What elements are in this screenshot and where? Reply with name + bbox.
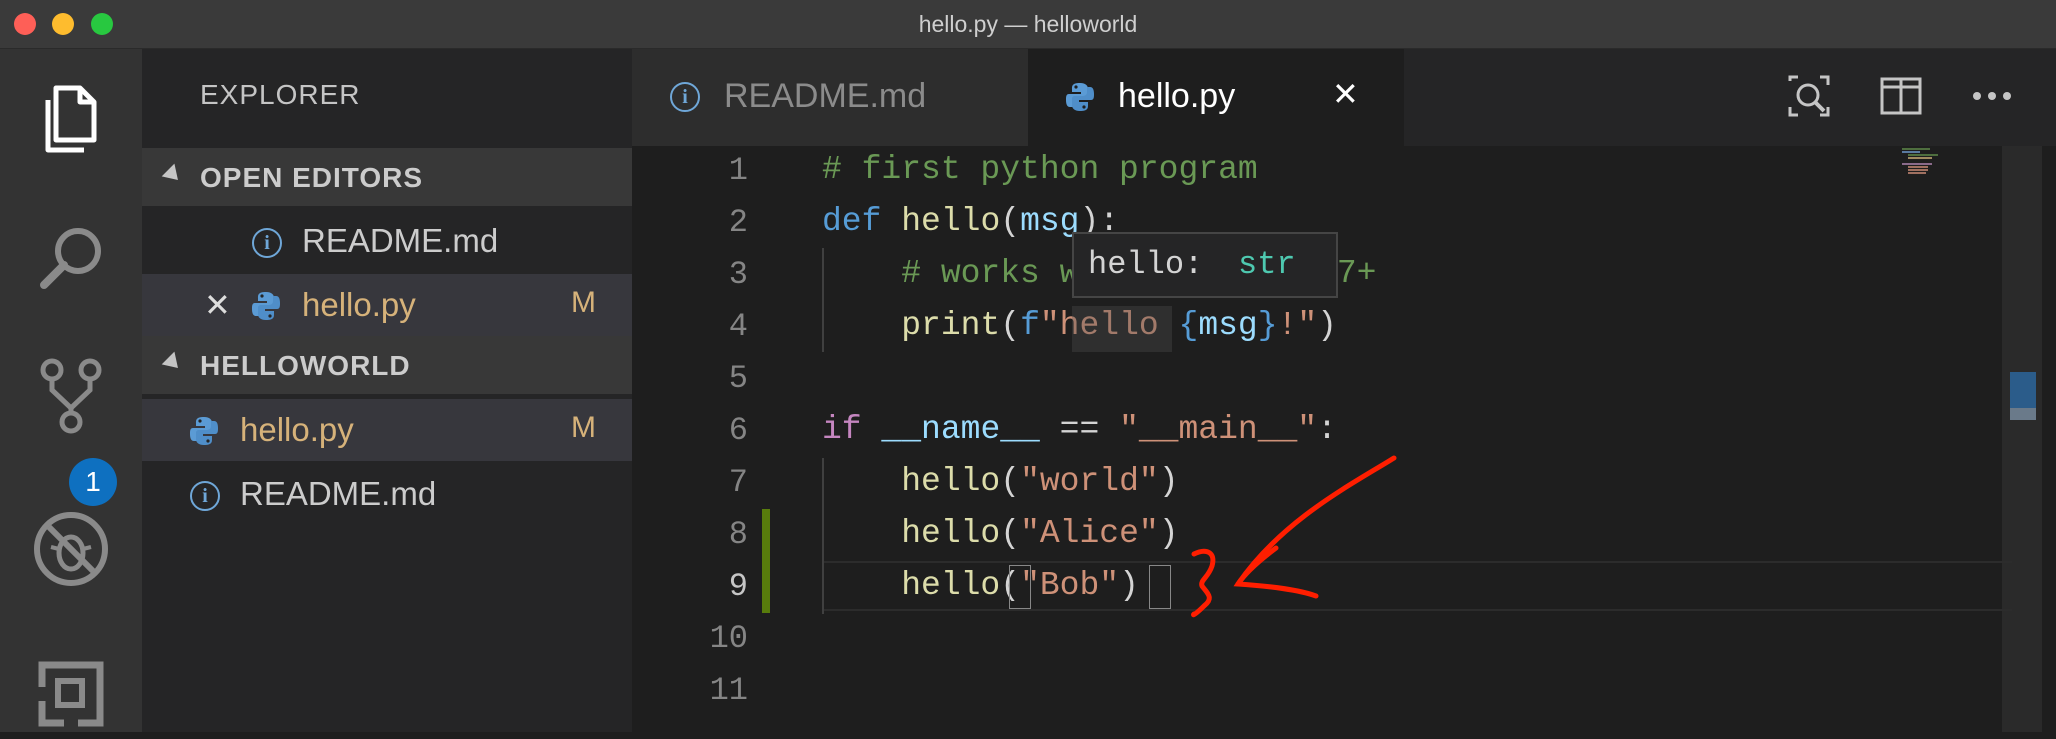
activity-bar: 1: [0, 49, 142, 732]
folder-header[interactable]: HELLOWORLD: [142, 336, 632, 394]
section-label: HELLOWORLD: [200, 350, 411, 381]
more-actions-icon[interactable]: [1972, 89, 2012, 107]
line-number: 10: [709, 620, 748, 657]
line-number: 9: [728, 568, 748, 605]
minimap[interactable]: [1902, 146, 2002, 186]
explorer-title: EXPLORER: [200, 79, 361, 110]
line-number: 1: [728, 152, 748, 189]
folder-item-readme[interactable]: i README.md: [142, 463, 632, 525]
tab-hello[interactable]: hello.py ✕: [1028, 49, 1404, 146]
search-icon[interactable]: [26, 213, 116, 303]
split-editor-icon[interactable]: [1880, 77, 1922, 122]
info-icon: i: [252, 228, 282, 258]
hover-tooltip: hello: str: [1072, 232, 1338, 298]
info-icon: i: [670, 82, 700, 112]
open-changes-icon[interactable]: [1786, 73, 1832, 124]
file-label: README.md: [240, 475, 437, 512]
line-number: 7: [728, 464, 748, 501]
modified-badge: M: [571, 411, 596, 444]
folder-item-hello[interactable]: hello.py M: [142, 399, 632, 461]
bracket-match: [1149, 565, 1171, 609]
code-editor[interactable]: 1 2 3 4 5 6 7 8 9 10 11 # first python p…: [632, 146, 2056, 732]
open-editor-item-readme[interactable]: i README.md: [142, 210, 632, 272]
hover-name: hello:: [1088, 246, 1204, 283]
extensions-icon[interactable]: [26, 649, 116, 739]
code-line: hello("Bob"): [901, 567, 1139, 604]
word-highlight: [1072, 306, 1172, 352]
open-editor-item-hello[interactable]: ✕ hello.py M: [142, 274, 632, 336]
file-label: hello.py: [240, 411, 354, 448]
modified-badge: M: [571, 286, 596, 319]
line-number: 3: [728, 256, 748, 293]
chevron-down-icon: [161, 351, 185, 375]
window-title: hello.py — helloworld: [918, 11, 1138, 37]
source-control-icon[interactable]: [26, 351, 116, 441]
explorer-sidebar: EXPLORER OPEN EDITORS i README.md ✕ hell…: [142, 49, 632, 732]
tab-readme[interactable]: i README.md: [632, 49, 1028, 146]
explorer-icon[interactable]: [26, 74, 116, 164]
scm-badge: 1: [69, 458, 117, 506]
title-bar: hello.py — helloworld: [0, 0, 2056, 49]
code-line: # first python program: [822, 151, 1258, 188]
section-label: OPEN EDITORS: [200, 162, 424, 193]
line-number: 6: [728, 412, 748, 449]
debug-icon[interactable]: [26, 504, 116, 594]
line-number: 5: [728, 360, 748, 397]
close-icon[interactable]: ✕: [1332, 75, 1359, 113]
chevron-down-icon: [161, 163, 185, 187]
line-number: 4: [728, 308, 748, 345]
line-number: 2: [728, 204, 748, 241]
python-icon: [250, 290, 282, 330]
code-line: hello("Alice"): [901, 515, 1179, 552]
tab-label: hello.py: [1118, 77, 1236, 115]
hover-type: str: [1238, 246, 1296, 283]
info-icon: i: [190, 481, 220, 511]
code-line: hello("world"): [901, 463, 1179, 500]
line-number: 8: [728, 516, 748, 553]
open-editors-header[interactable]: OPEN EDITORS: [142, 148, 632, 206]
overview-ruler-marker: [2010, 372, 2036, 408]
tab-label: README.md: [724, 77, 927, 115]
python-icon: [1064, 81, 1096, 118]
file-label: README.md: [302, 222, 499, 259]
editor-scrollbar[interactable]: [2002, 146, 2042, 732]
overview-ruler-marker: [2010, 408, 2036, 420]
bracket-match: [1009, 565, 1031, 609]
line-number: 11: [709, 672, 748, 709]
git-gutter-added: [762, 509, 770, 613]
file-label: hello.py: [302, 286, 416, 323]
editor-tab-bar: i README.md hello.py ✕: [632, 49, 2056, 146]
annotation-drawing: [1191, 455, 1397, 618]
python-icon: [188, 415, 220, 455]
close-icon[interactable]: ✕: [204, 286, 231, 324]
